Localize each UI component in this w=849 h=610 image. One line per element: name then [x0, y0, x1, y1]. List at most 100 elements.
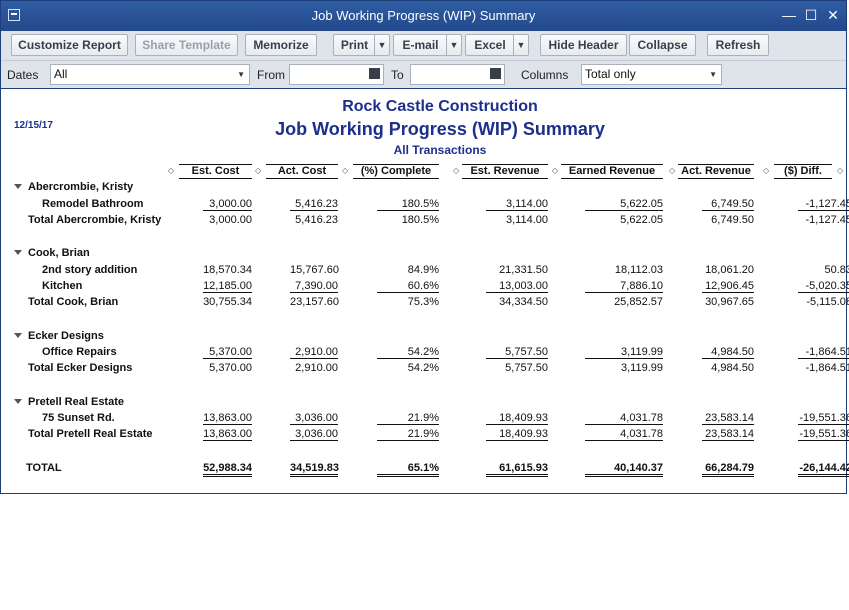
table-cell: 4,984.50 [711, 362, 754, 374]
row-label: Total Ecker Designs [28, 362, 133, 374]
from-date-field[interactable] [289, 64, 384, 85]
table-cell: 23,157.60 [290, 296, 339, 308]
table-row[interactable]: Office Repairs 5,370.00 2,910.00 54.2% 5,757… [1, 346, 849, 360]
to-label: To [391, 68, 404, 82]
total-row[interactable]: TOTAL 52,988.34 34,519.83 65.1% 61,615.93 40,… [1, 462, 849, 477]
table-cell: -19,551.36 [798, 412, 849, 425]
table-cell: -5,020.35 [798, 280, 849, 293]
table-cell: 25,852.57 [614, 296, 663, 308]
report-toolbar: Customize Report Share Template Memorize… [1, 31, 846, 61]
group-row[interactable]: Cook, Brian [1, 247, 846, 261]
group-row[interactable]: Pretell Real Estate [1, 396, 846, 410]
table-cell: 6,749.50 [711, 214, 754, 226]
company-name: Rock Castle Construction [342, 98, 538, 115]
total-row[interactable]: Total Pretell Real Estate 13,863.00 3,036.… [1, 428, 849, 442]
table-cell: 5,416.23 [295, 214, 338, 226]
total-row[interactable]: Total Ecker Designs 5,370.00 2,910.00 54.2%… [1, 362, 849, 376]
column-header[interactable]: Est. Revenue [462, 164, 548, 179]
collapse-triangle-icon[interactable] [14, 250, 22, 255]
columns-select[interactable]: Total only ▼ [581, 64, 722, 85]
table-cell: 3,036.00 [290, 412, 338, 425]
table-cell: -1,864.51 [805, 362, 849, 374]
table-row[interactable]: 2nd story addition 18,570.34 15,767.60 84.9… [1, 264, 849, 278]
table-cell: 13,863.00 [203, 412, 252, 425]
row-label: Remodel Bathroom [42, 198, 144, 210]
column-header[interactable]: Act. Cost [266, 164, 338, 179]
share-template-button[interactable]: Share Template [135, 34, 238, 56]
chevron-down-icon: ▼ [709, 70, 717, 79]
table-cell: 34,519.83 [290, 462, 339, 477]
row-label: 2nd story addition [42, 264, 138, 276]
refresh-button[interactable]: Refresh [707, 34, 769, 56]
column-header[interactable]: Earned Revenue [561, 164, 663, 179]
hide-header-button[interactable]: Hide Header [540, 34, 627, 56]
print-button[interactable]: Print ▼ [333, 34, 390, 56]
excel-dropdown-icon[interactable]: ▼ [513, 35, 528, 55]
table-cell: 180.5% [377, 198, 439, 211]
table-cell: 13,863.00 [203, 428, 252, 441]
group-row[interactable]: Abercrombie, Kristy [1, 181, 846, 195]
column-header[interactable]: Est. Cost [179, 164, 252, 179]
column-header[interactable]: ($) Diff. [774, 164, 832, 179]
column-resize-handle[interactable]: ◇ [837, 166, 843, 175]
column-resize-handle[interactable]: ◇ [763, 166, 769, 175]
row-label: Abercrombie, Kristy [28, 181, 134, 193]
table-cell: 4,031.78 [585, 412, 663, 425]
collapse-triangle-icon[interactable] [14, 399, 22, 404]
row-label: Total Abercrombie, Kristy [28, 214, 162, 226]
column-header[interactable]: (%) Complete [353, 164, 439, 179]
table-cell: 18,112.03 [614, 264, 663, 276]
column-resize-handle[interactable]: ◇ [453, 166, 459, 175]
collapse-button[interactable]: Collapse [629, 34, 696, 56]
collapse-triangle-icon[interactable] [14, 333, 22, 338]
columns-value: Total only [585, 67, 636, 81]
table-cell: 21.9% [377, 412, 439, 425]
chevron-down-icon: ▼ [237, 70, 245, 79]
row-label: Office Repairs [42, 346, 117, 358]
row-label: Total Pretell Real Estate [28, 428, 153, 440]
row-label: TOTAL [26, 462, 62, 474]
table-cell: 3,114.00 [486, 198, 548, 211]
row-label: Ecker Designs [28, 330, 104, 342]
table-row[interactable]: Remodel Bathroom 3,000.00 5,416.23 180.5% 3,… [1, 198, 849, 212]
dates-select[interactable]: All ▼ [50, 64, 250, 85]
email-button[interactable]: E-mail ▼ [393, 34, 462, 56]
column-header[interactable]: Act. Revenue [678, 164, 754, 179]
table-row[interactable]: Kitchen 12,185.00 7,390.00 60.6% 13,003.00 7,… [1, 280, 849, 294]
column-resize-handle[interactable]: ◇ [552, 166, 558, 175]
close-icon[interactable]: ✕ [823, 5, 843, 25]
email-dropdown-icon[interactable]: ▼ [446, 35, 461, 55]
calendar-icon[interactable] [369, 68, 380, 79]
memorize-button[interactable]: Memorize [245, 34, 317, 56]
column-resize-handle[interactable]: ◇ [342, 166, 348, 175]
table-row[interactable]: 75 Sunset Rd. 13,863.00 3,036.00 21.9% 18,40… [1, 412, 849, 426]
table-cell: 18,570.34 [203, 264, 252, 276]
customize-report-button[interactable]: Customize Report [11, 34, 128, 56]
total-row[interactable]: Total Cook, Brian 30,755.34 23,157.60 75.3%… [1, 296, 849, 310]
table-cell: -19,551.36 [798, 428, 849, 441]
minimize-icon[interactable]: — [779, 5, 799, 25]
memorize-label: Memorize [253, 38, 309, 52]
column-resize-handle[interactable]: ◇ [255, 166, 261, 175]
calendar-icon[interactable] [490, 68, 501, 79]
table-cell: 75.3% [407, 296, 439, 308]
table-cell: 18,409.93 [486, 428, 548, 441]
total-row[interactable]: Total Abercrombie, Kristy 3,000.00 5,416.2… [1, 214, 849, 228]
from-label: From [257, 68, 285, 82]
column-resize-handle[interactable]: ◇ [669, 166, 675, 175]
excel-button[interactable]: Excel ▼ [465, 34, 529, 56]
print-dropdown-icon[interactable]: ▼ [374, 35, 389, 55]
table-cell: 15,767.60 [290, 264, 339, 276]
excel-label: Excel [474, 38, 506, 52]
maximize-icon[interactable]: ☐ [801, 5, 821, 25]
column-resize-handle[interactable]: ◇ [168, 166, 174, 175]
table-cell: 66,284.79 [702, 462, 754, 477]
table-cell: 2,910.00 [295, 362, 338, 374]
group-row[interactable]: Ecker Designs [1, 330, 846, 344]
table-cell: 18,409.93 [486, 412, 548, 425]
email-label: E-mail [402, 38, 439, 52]
to-date-field[interactable] [410, 64, 505, 85]
table-cell: -5,115.08 [806, 296, 849, 308]
collapse-triangle-icon[interactable] [14, 184, 22, 189]
table-cell: 180.5% [401, 214, 439, 226]
